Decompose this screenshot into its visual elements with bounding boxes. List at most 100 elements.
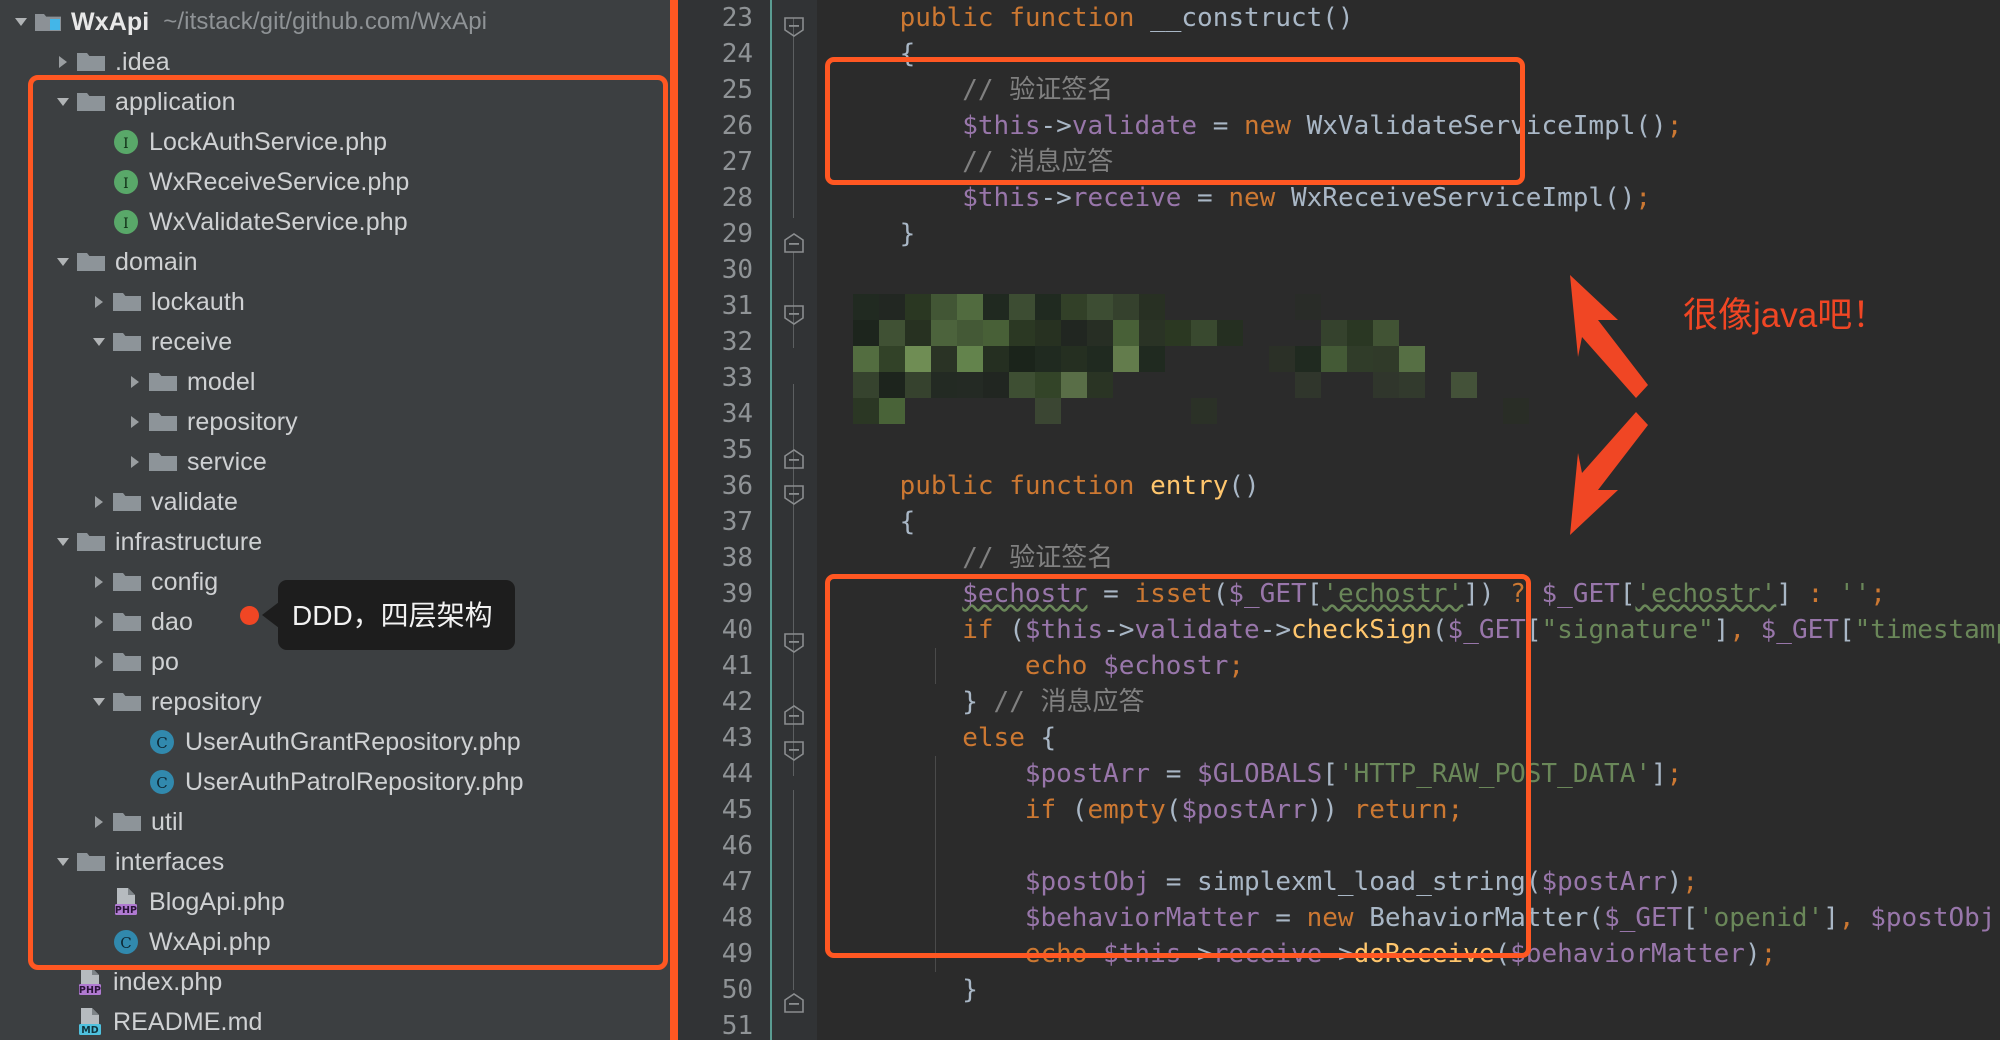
code-token: ->: [1040, 183, 1072, 213]
code-line[interactable]: $echostr = isset($_GET['echostr']) ? $_G…: [817, 576, 2000, 612]
tree-row-lockauth[interactable]: lockauth: [0, 282, 670, 322]
code-line[interactable]: [817, 828, 2000, 864]
chevron-down-icon[interactable]: [50, 853, 76, 871]
tree-row-userauthpatrolrepository-php[interactable]: C UserAuthPatrolRepository.php: [0, 762, 670, 802]
code-token: =: [1197, 111, 1245, 141]
code-line[interactable]: {: [817, 36, 2000, 72]
tree-row-domain[interactable]: domain: [0, 242, 670, 282]
tree-row-blogapi-php[interactable]: PHP BlogApi.php: [0, 882, 670, 922]
vcs-change-marker: [770, 0, 772, 1040]
chevron-right-icon[interactable]: [86, 493, 112, 511]
code-line[interactable]: // 验证签名: [817, 540, 2000, 576]
tree-row-infrastructure[interactable]: infrastructure: [0, 522, 670, 562]
tree-row-model[interactable]: model: [0, 362, 670, 402]
fold-expand-icon[interactable]: [783, 448, 805, 470]
tree-row-receive[interactable]: receive: [0, 322, 670, 362]
line-number: 37: [721, 507, 753, 537]
chevron-right-icon[interactable]: [86, 573, 112, 591]
code-line[interactable]: $postArr = $GLOBALS['HTTP_RAW_POST_DATA'…: [817, 756, 2000, 792]
code-lines[interactable]: public function __construct() { // 验证签名 …: [817, 0, 2000, 1040]
code-token: $GLOBALS: [1197, 759, 1323, 789]
chevron-down-icon[interactable]: [8, 13, 34, 31]
folder-icon: [112, 610, 142, 634]
mosaic-cell: [957, 294, 983, 320]
tree-row-userauthgrantrepository-php[interactable]: C UserAuthGrantRepository.php: [0, 722, 670, 762]
code-line[interactable]: // 验证签名: [817, 72, 2000, 108]
chevron-down-icon[interactable]: [86, 333, 112, 351]
code-line[interactable]: else {: [817, 720, 2000, 756]
tree-row-index-php[interactable]: PHP index.php: [0, 962, 670, 1002]
chevron-right-icon[interactable]: [122, 373, 148, 391]
tree-row-application[interactable]: application: [0, 82, 670, 122]
code-line[interactable]: } // 消息应答: [817, 684, 2000, 720]
code-token: (: [1056, 795, 1088, 825]
tree-row--idea[interactable]: .idea: [0, 42, 670, 82]
code-line[interactable]: $behaviorMatter = new BehaviorMatter($_G…: [817, 900, 2000, 936]
tree-row-interfaces[interactable]: interfaces: [0, 842, 670, 882]
code-line[interactable]: echo $this->receive->doReceive($behavior…: [817, 936, 2000, 972]
indent-guide: [935, 900, 936, 936]
fold-collapse-icon[interactable]: [783, 632, 805, 654]
project-tree-panel[interactable]: WxApi ~/itstack/git/github.com/WxApi .id…: [0, 0, 670, 1040]
code-line[interactable]: }: [817, 216, 2000, 252]
chevron-right-icon[interactable]: [122, 453, 148, 471]
code-line[interactable]: [817, 252, 2000, 288]
fold-collapse-icon[interactable]: [783, 304, 805, 326]
php-file-icon: PHP: [112, 887, 140, 917]
code-fold-strip[interactable]: [767, 0, 817, 1040]
tree-row-repository[interactable]: repository: [0, 682, 670, 722]
fold-expand-icon[interactable]: [783, 704, 805, 726]
tree-row-validate[interactable]: validate: [0, 482, 670, 522]
tree-row-service[interactable]: service: [0, 442, 670, 482]
mosaic-cell: [1087, 320, 1113, 346]
chevron-right-icon[interactable]: [122, 413, 148, 431]
chevron-down-icon[interactable]: [50, 93, 76, 111]
code-token: ;: [1228, 651, 1245, 681]
tree-row-root[interactable]: WxApi ~/itstack/git/github.com/WxApi: [0, 2, 670, 42]
fold-collapse-icon[interactable]: [783, 484, 805, 506]
tree-row-wxvalidateservice-php[interactable]: I WxValidateService.php: [0, 202, 670, 242]
tree-row-util[interactable]: util: [0, 802, 670, 842]
code-line[interactable]: public function __construct(): [817, 0, 2000, 36]
mosaic-cell: [1035, 294, 1061, 320]
chevron-down-icon[interactable]: [50, 533, 76, 551]
code-line[interactable]: $postObj = simplexml_load_string($postAr…: [817, 864, 2000, 900]
code-line[interactable]: $this->validate = new WxValidateServiceI…: [817, 108, 2000, 144]
line-number: 26: [721, 111, 753, 141]
tree-row-readme-md[interactable]: MD README.md: [0, 1002, 670, 1040]
line-number: 32: [721, 327, 753, 357]
chevron-down-icon[interactable]: [86, 693, 112, 711]
code-line[interactable]: if ($this->validate->checkSign($_GET["si…: [817, 612, 2000, 648]
chevron-right-icon[interactable]: [86, 813, 112, 831]
chevron-right-icon[interactable]: [86, 293, 112, 311]
chevron-down-icon[interactable]: [50, 253, 76, 271]
code-line[interactable]: {: [817, 504, 2000, 540]
mosaic-cell: [905, 294, 931, 320]
code-line[interactable]: $this->receive = new WxReceiveServiceImp…: [817, 180, 2000, 216]
chevron-right-icon[interactable]: [50, 53, 76, 71]
code-editor[interactable]: 23 24 25 26 27 28 29 30 31 32 33 34 35 36 37 38 39 40 41 42…: [670, 0, 2000, 1040]
code-line[interactable]: [817, 432, 2000, 468]
fold-expand-icon[interactable]: [783, 992, 805, 1014]
tree-item-label: WxValidateService.php: [149, 207, 408, 236]
code-line[interactable]: }: [817, 972, 2000, 1008]
code-token: (: [1494, 939, 1511, 969]
fold-collapse-icon[interactable]: [783, 16, 805, 38]
tree-row-lockauthservice-php[interactable]: I LockAuthService.php: [0, 122, 670, 162]
project-tree-list[interactable]: .idea application I LockAuthService.php I WxR…: [0, 42, 670, 1040]
mosaic-cell: [1269, 346, 1295, 372]
tree-row-wxapi-php[interactable]: C WxApi.php: [0, 922, 670, 962]
code-line[interactable]: [817, 1008, 2000, 1040]
code-line[interactable]: if (empty($postArr)) return;: [817, 792, 2000, 828]
tree-row-wxreceiveservice-php[interactable]: I WxReceiveService.php: [0, 162, 670, 202]
code-line[interactable]: echo $echostr;: [817, 648, 2000, 684]
fold-collapse-icon[interactable]: [783, 740, 805, 762]
code-line[interactable]: // 消息应答: [817, 144, 2000, 180]
tree-row-repository[interactable]: repository: [0, 402, 670, 442]
folder-icon: [112, 330, 142, 354]
chevron-right-icon[interactable]: [86, 653, 112, 671]
code-line[interactable]: public function entry(): [817, 468, 2000, 504]
chevron-right-icon[interactable]: [86, 613, 112, 631]
fold-expand-icon[interactable]: [783, 232, 805, 254]
code-text-area[interactable]: public function __construct() { // 验证签名 …: [817, 0, 2000, 1040]
